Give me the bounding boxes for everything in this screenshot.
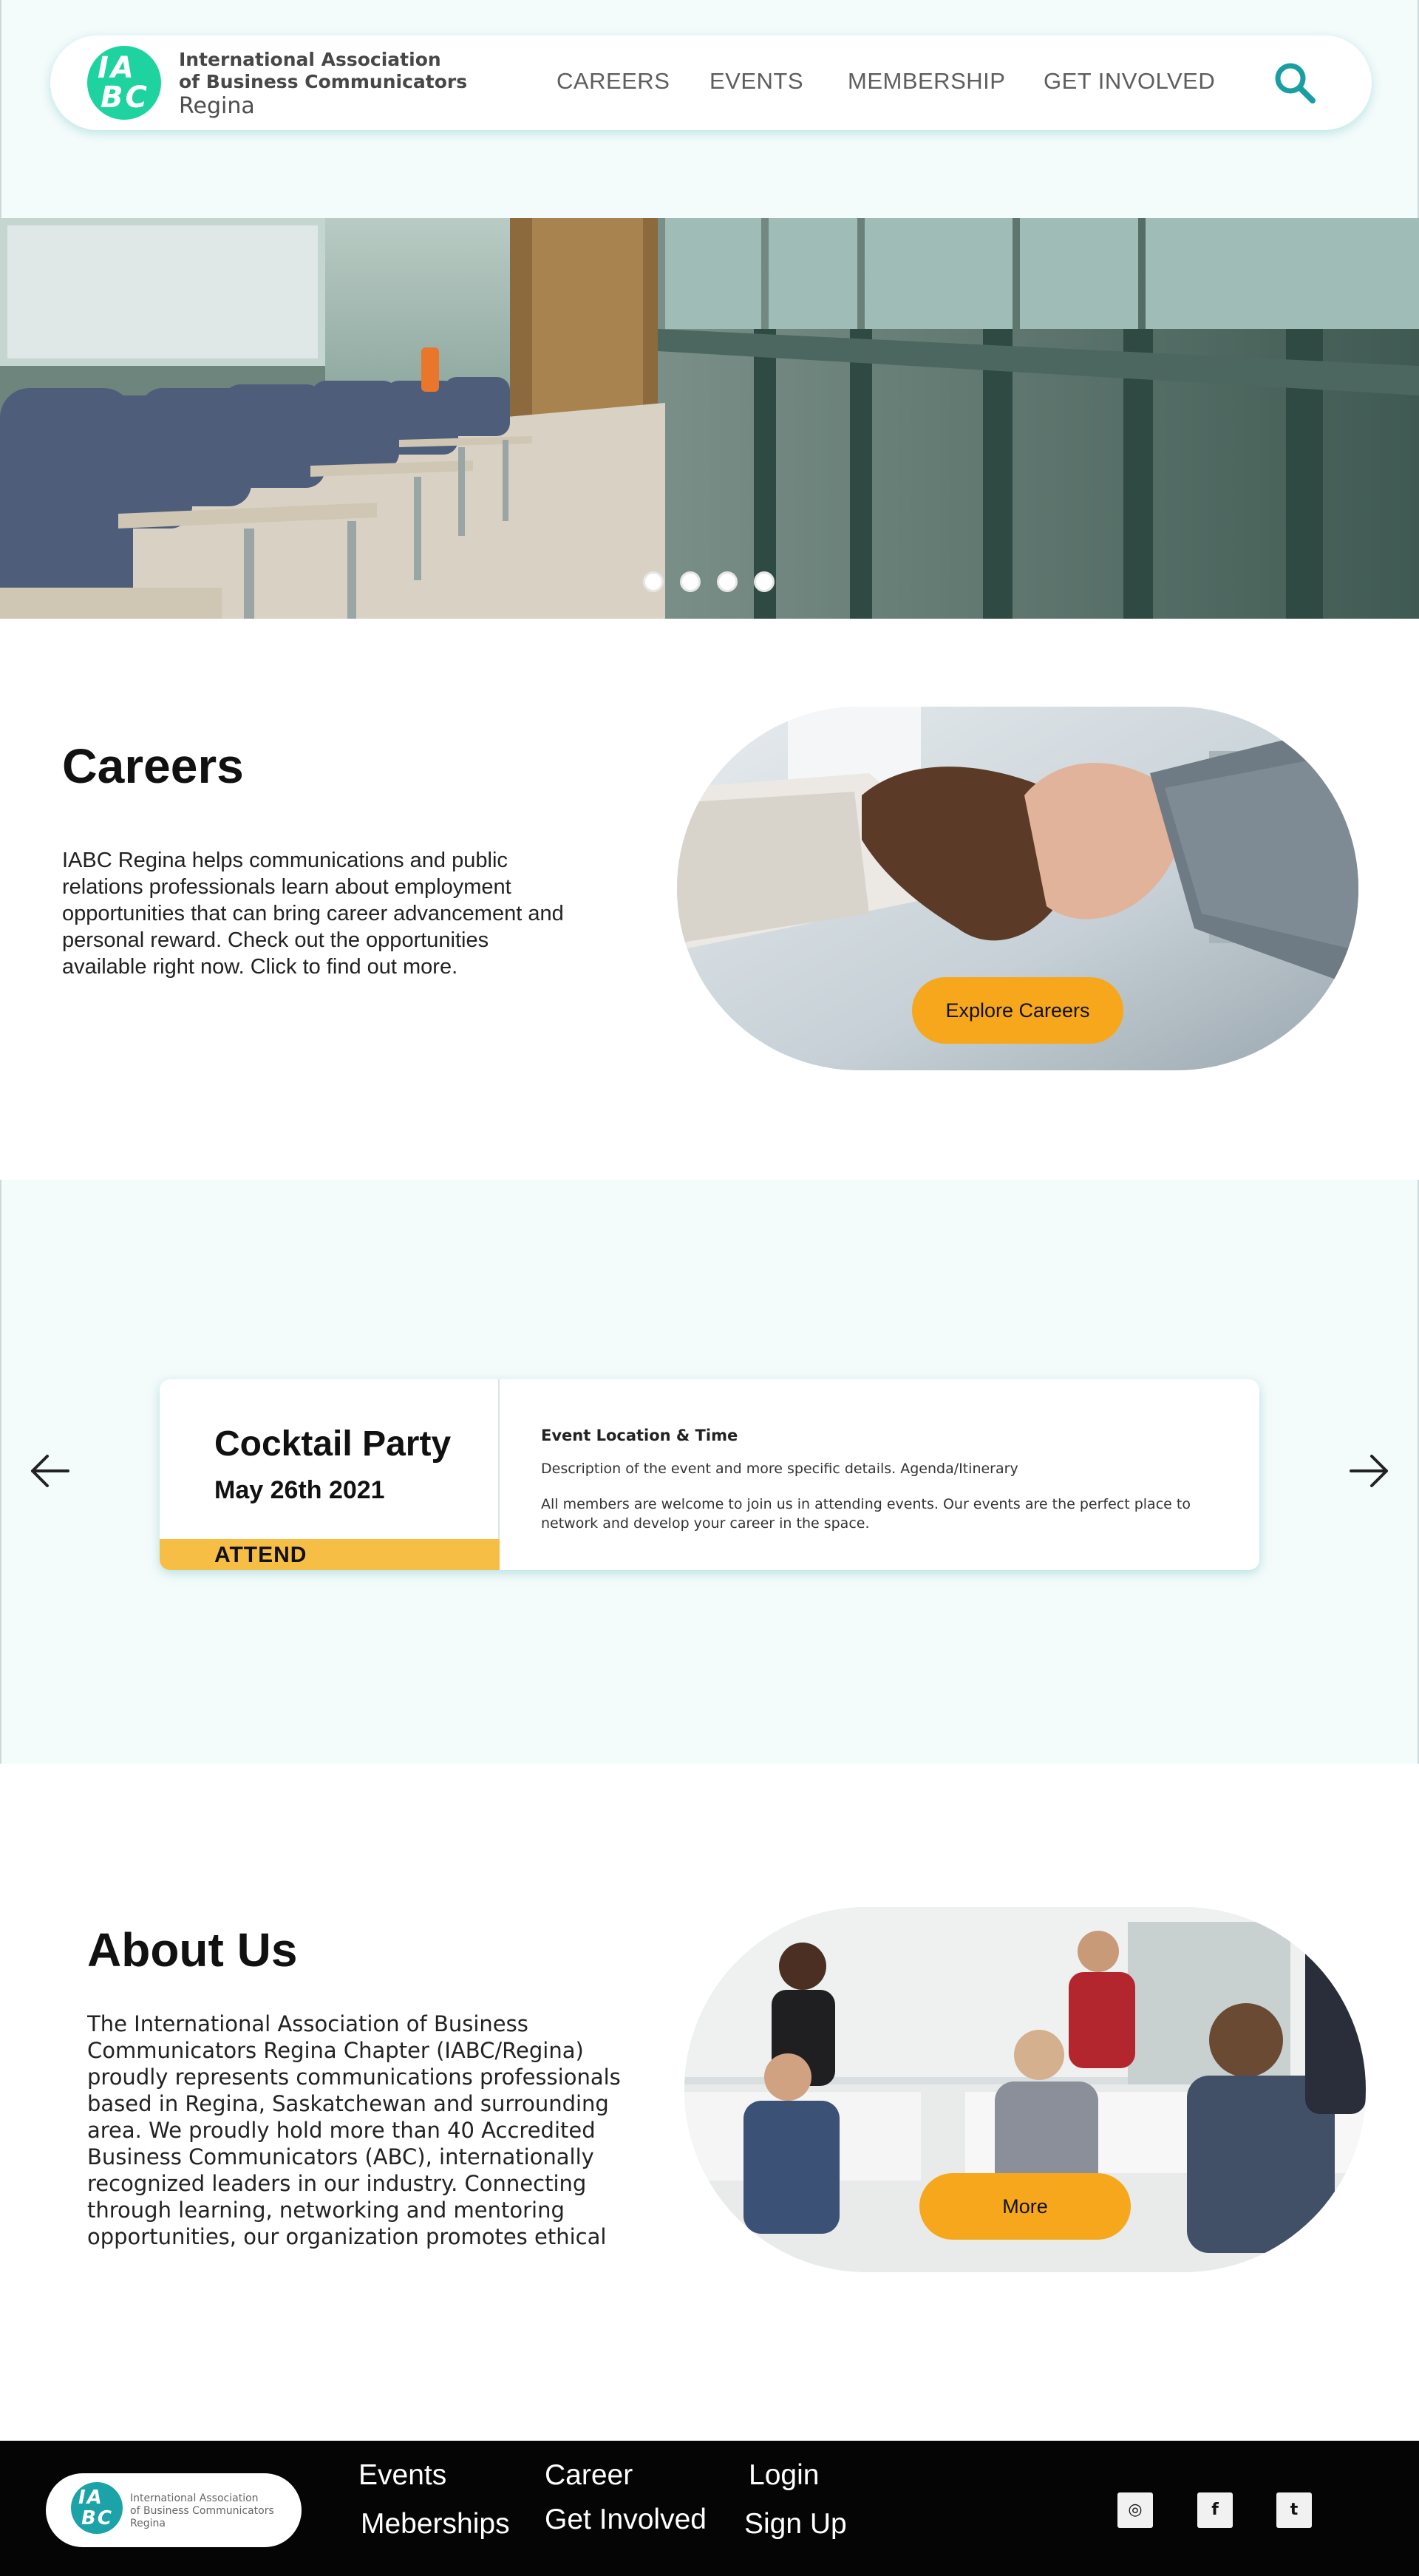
- footer-link-career[interactable]: Career: [545, 2458, 633, 2492]
- arrow-right-icon: [1350, 1455, 1388, 1487]
- nav-get-involved[interactable]: GET INVOLVED: [1044, 67, 1215, 96]
- instagram-icon[interactable]: ◎: [1117, 2492, 1153, 2528]
- carousel-dot-4[interactable]: [754, 571, 775, 592]
- careers-image: Explore Careers: [677, 707, 1358, 1070]
- nav-careers[interactable]: CAREERS: [557, 67, 670, 96]
- footer-logo-initials-bottom: BC: [81, 2507, 113, 2529]
- careers-description: IABC Regina helps communications and pub…: [62, 849, 564, 979]
- logo-line-3: Regina: [179, 93, 255, 119]
- nav-membership[interactable]: MEMBERSHIP: [848, 67, 1005, 96]
- carousel-dot-3[interactable]: [717, 571, 738, 592]
- footer-link-events[interactable]: Events: [358, 2458, 446, 2492]
- footer-logo-mark: IA BC: [71, 2482, 123, 2534]
- footer-logo-initials-top: IA: [78, 2487, 103, 2509]
- footer-link-sign-up[interactable]: Sign Up: [744, 2507, 847, 2541]
- search-button[interactable]: [1270, 58, 1321, 109]
- header-band: IA BC International Association of Busin…: [0, 0, 1419, 218]
- careers-title: Careers: [62, 738, 244, 793]
- logo-initials-bottom: BC: [101, 81, 149, 115]
- logo-line-2: of Business Communicators: [179, 71, 468, 92]
- explore-careers-button[interactable]: Explore Careers: [912, 977, 1123, 1044]
- about-image: More: [684, 1907, 1366, 2272]
- twitter-icon[interactable]: t: [1276, 2492, 1312, 2528]
- nav-events[interactable]: EVENTS: [710, 67, 803, 96]
- arrow-left-icon: [31, 1455, 69, 1487]
- navbar: IA BC International Association of Busin…: [50, 35, 1372, 130]
- hero-carousel[interactable]: [0, 218, 1419, 619]
- footer-logo[interactable]: IA BC International Association of Busin…: [46, 2473, 302, 2547]
- event-description: Description of the event and more specif…: [541, 1461, 1018, 1477]
- hero-image: [0, 218, 1419, 619]
- event-summary: Cocktail Party May 26th 2021 ATTEND: [160, 1379, 500, 1570]
- footer-link-memberships[interactable]: Meberships: [361, 2507, 510, 2541]
- event-note: All members are welcome to join us in at…: [541, 1496, 1191, 1532]
- footer-logo-line-1: International Association: [130, 2492, 259, 2504]
- about-title: About Us: [87, 1923, 298, 1977]
- footer-link-login[interactable]: Login: [749, 2458, 819, 2492]
- more-button[interactable]: More: [919, 2173, 1131, 2240]
- events-next-button[interactable]: [1347, 1449, 1391, 1493]
- footer-link-get-involved[interactable]: Get Involved: [545, 2503, 707, 2537]
- event-location: Event Location & Time: [541, 1427, 738, 1444]
- event-title: Cocktail Party: [214, 1424, 452, 1464]
- footer-logo-wordmark: International Association of Business Co…: [130, 2492, 274, 2530]
- carousel-dot-2[interactable]: [680, 571, 701, 592]
- event-card[interactable]: Cocktail Party May 26th 2021 ATTEND Even…: [160, 1379, 1259, 1570]
- facebook-icon[interactable]: f: [1197, 2492, 1233, 2528]
- footer-logo-line-3: Regina: [130, 2518, 166, 2529]
- search-icon: [1275, 63, 1316, 103]
- logo-wordmark[interactable]: International Association of Business Co…: [179, 49, 467, 120]
- carousel-dot-1[interactable]: [643, 571, 664, 592]
- logo-mark[interactable]: IA BC: [87, 46, 161, 120]
- attend-button[interactable]: ATTEND: [160, 1539, 500, 1570]
- footer-logo-line-2: of Business Communicators: [130, 2505, 274, 2517]
- events-prev-button[interactable]: [28, 1449, 72, 1493]
- attend-label: ATTEND: [214, 1543, 307, 1567]
- logo-initials-top: IA: [98, 51, 136, 85]
- event-date: May 26th 2021: [214, 1476, 385, 1504]
- about-description: The International Association of Busines…: [87, 2011, 621, 2249]
- logo-line-1: International Association: [179, 49, 441, 70]
